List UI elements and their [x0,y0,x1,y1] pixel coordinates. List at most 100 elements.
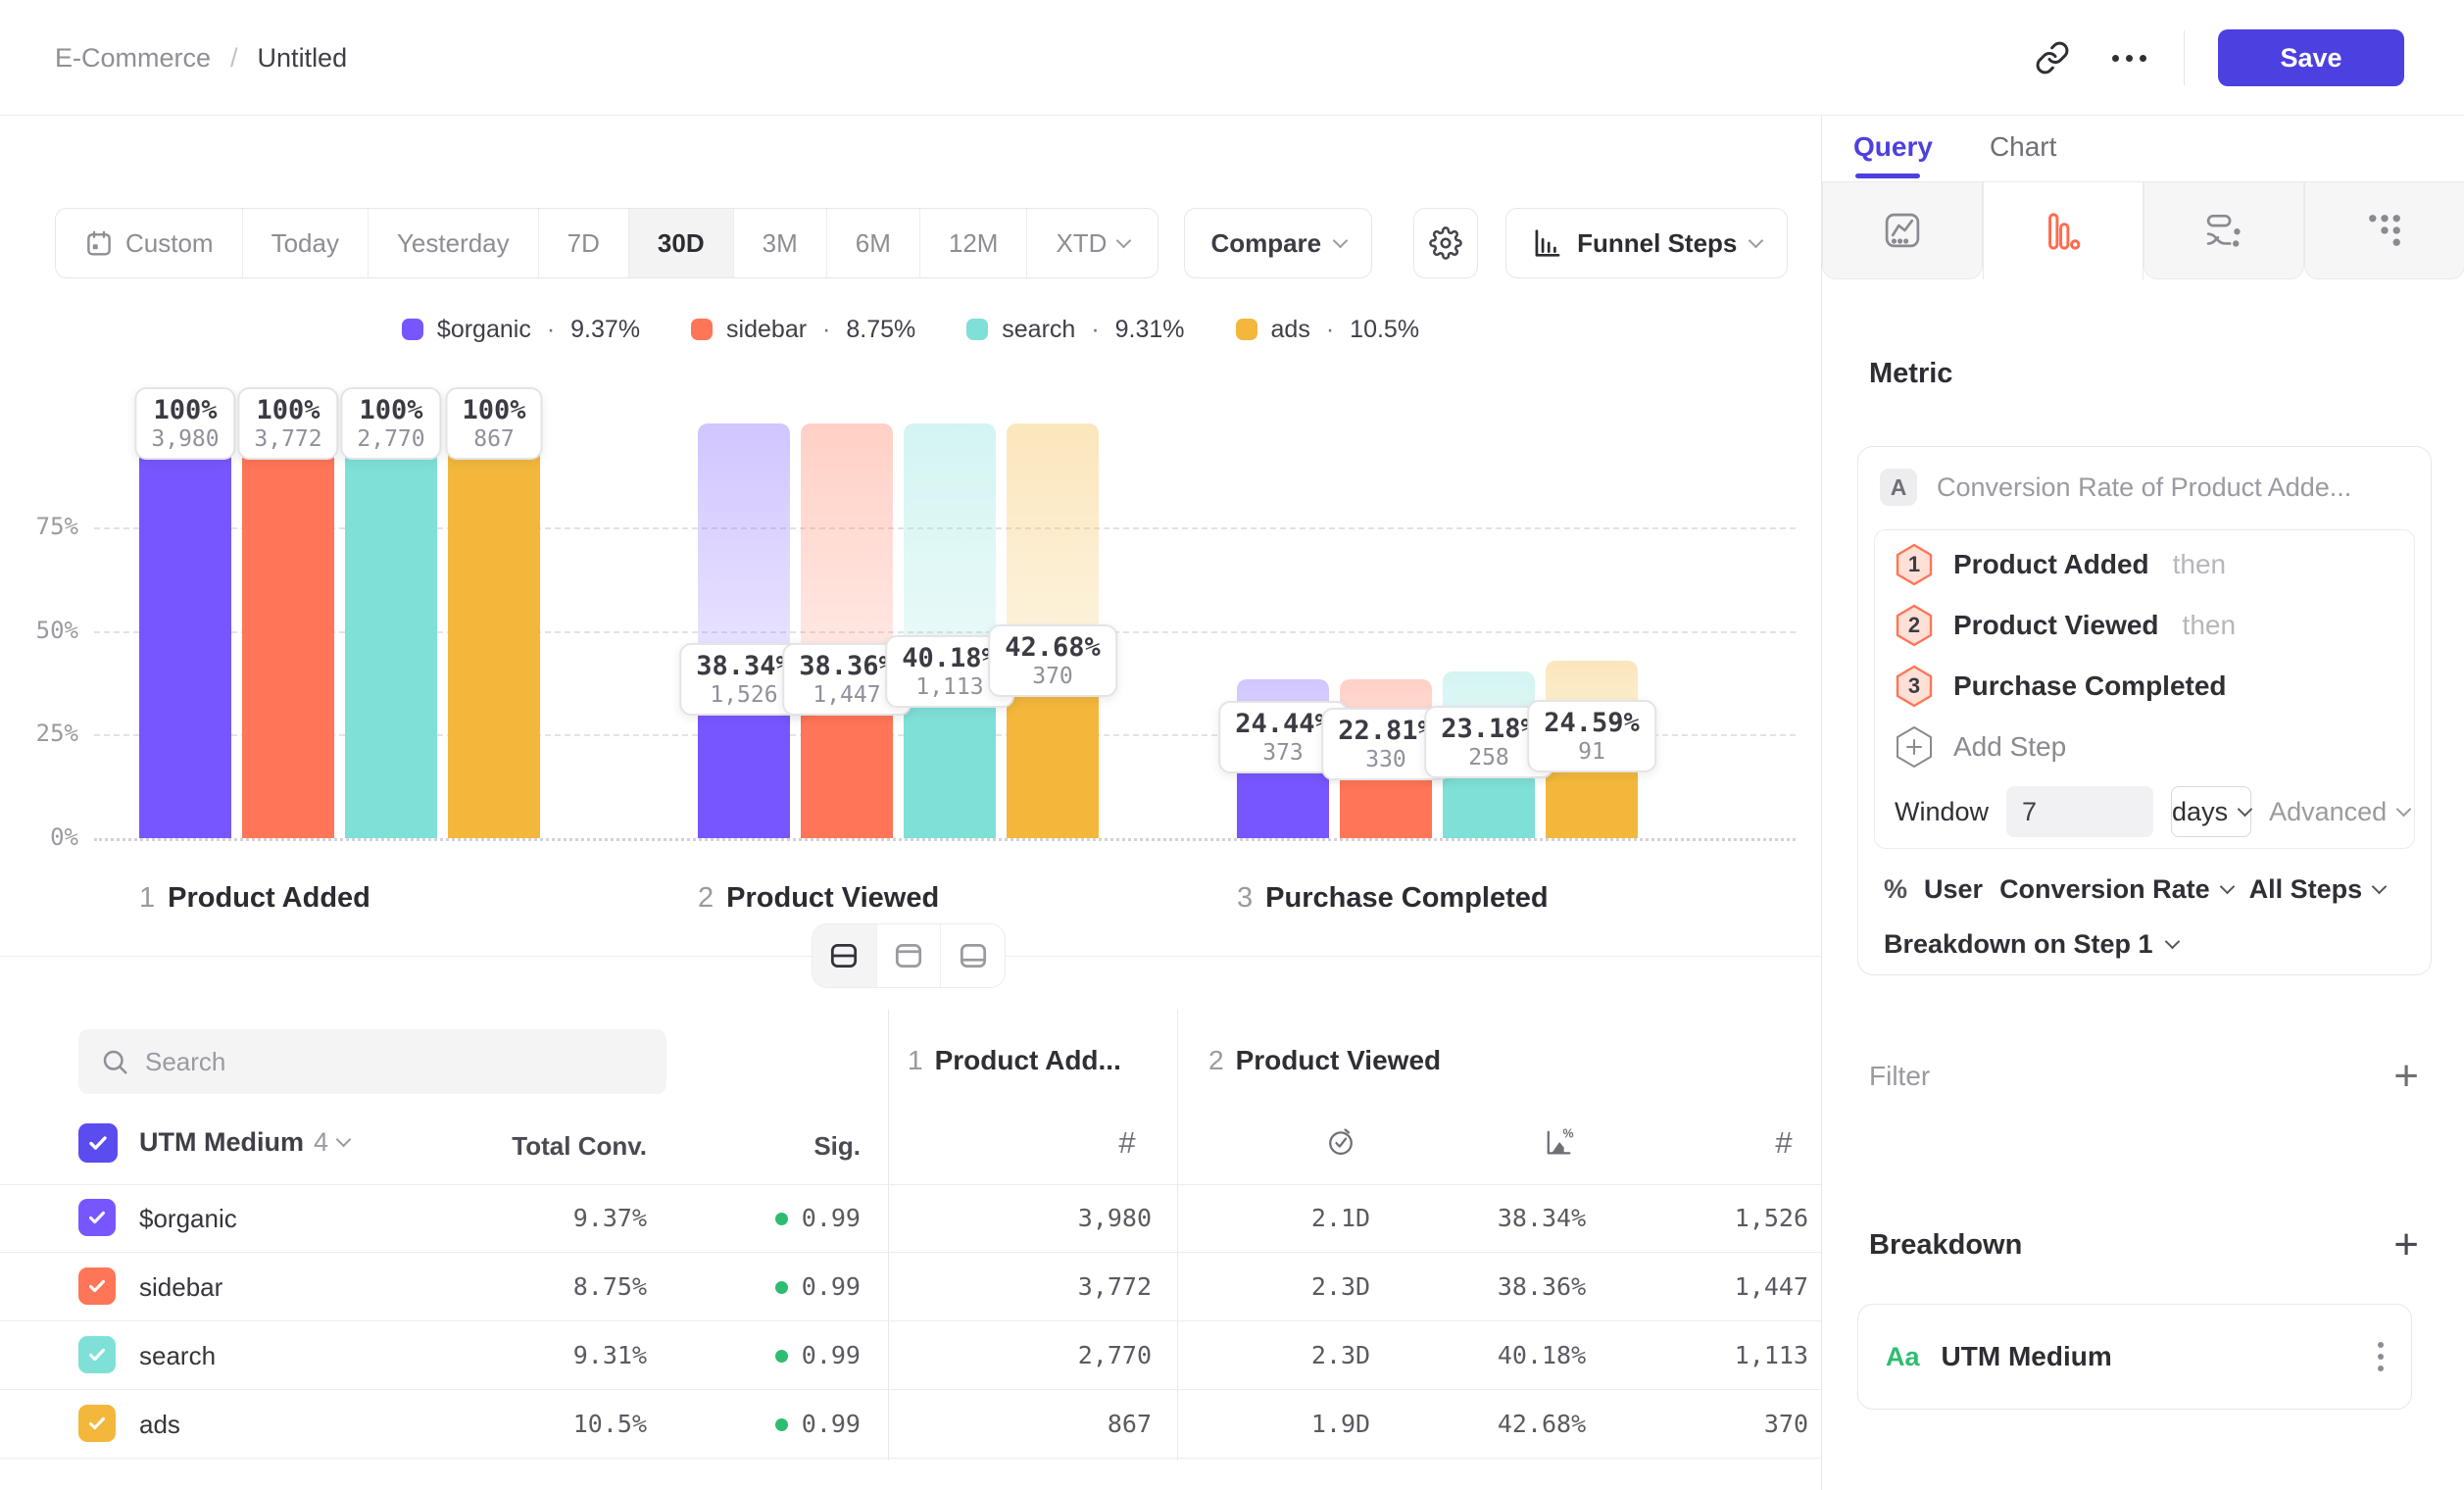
report-type-flows[interactable] [2144,181,2304,279]
range-custom[interactable]: Custom [56,209,242,277]
breadcrumb-board[interactable]: E-Commerce [55,43,211,74]
table-row[interactable]: search9.31%0.992,7702.3D40.18%1,113 [0,1321,1821,1390]
funnel-steps-icon [1532,227,1563,259]
funnel-bar[interactable] [448,423,540,838]
tab-chart[interactable]: Chart [1990,131,2056,178]
select-all-checkbox[interactable] [78,1123,118,1163]
link-icon [2035,40,2070,75]
funnel-step-row[interactable]: 3Purchase Completed [1875,656,2414,717]
copy-link-button[interactable] [2031,36,2074,79]
compare-button[interactable]: Compare [1184,208,1372,278]
chart-settings-button[interactable] [1413,208,1478,278]
window-unit-select[interactable]: days [2171,786,2251,837]
step-number-hexagon: 3 [1895,665,1934,708]
advanced-toggle[interactable]: Advanced [2269,797,2409,827]
view-table-only-button[interactable] [940,924,1005,987]
significance-dot [775,1418,788,1431]
legend-swatch [402,319,423,340]
avg-time-metric-icon[interactable] [1319,1125,1362,1159]
range-6m[interactable]: 6M [826,209,919,277]
conversion-metric-icon[interactable]: % [1537,1125,1580,1159]
report-type-insights[interactable] [1822,181,1983,279]
view-chart-only-button[interactable] [876,924,941,987]
metric-title-row[interactable]: A Conversion Rate of Product Adde... [1880,469,2351,506]
breakdown-column-header[interactable]: UTM Medium 4 [139,1127,349,1158]
row-checkbox[interactable] [78,1199,116,1236]
total-conv-value: 10.5% [431,1390,647,1459]
y-axis-tick: 50% [8,617,78,644]
range-yesterday[interactable]: Yesterday [368,209,538,277]
bar-value-label: 100%2,770 [340,387,441,460]
retention-icon [2363,209,2406,252]
report-type-strip [1822,181,2464,279]
segment-name: search [139,1321,216,1390]
chart-type-button[interactable]: Funnel Steps [1505,208,1788,278]
total-conv-header[interactable]: Total Conv. [431,1131,647,1162]
save-button[interactable]: Save [2218,29,2404,86]
row-checkbox[interactable] [78,1336,116,1373]
table-step2-header[interactable]: 2Product Viewed [1208,1045,1441,1076]
window-value-input[interactable] [2006,786,2153,837]
row-checkbox[interactable] [78,1405,116,1442]
row-checkbox[interactable] [78,1267,116,1305]
entity-select[interactable]: User [1924,874,1983,905]
range-12m[interactable]: 12M [919,209,1027,277]
legend-value: 9.37% [570,316,640,344]
report-title[interactable]: Untitled [258,43,348,74]
segment-name: ads [139,1390,180,1459]
legend-swatch [691,319,713,340]
report-type-retention[interactable] [2304,181,2464,279]
view-split-button[interactable] [813,924,876,987]
chevron-down-icon [1333,232,1349,248]
table-row[interactable]: sidebar8.75%0.993,7722.3D38.36%1,447 [0,1253,1821,1321]
range-3m[interactable]: 3M [733,209,826,277]
insights-icon [1881,209,1924,252]
step-then-label: then [2173,549,2227,580]
range-today[interactable]: Today [242,209,368,277]
count-metric-icon[interactable]: # [1762,1125,1805,1161]
metric-badge: A [1880,469,1917,506]
range-7d[interactable]: 7D [538,209,628,277]
metric-type-select[interactable]: Conversion Rate [1999,874,2233,905]
kebab-menu-icon[interactable] [2378,1342,2384,1371]
more-options-button[interactable] [2107,36,2150,79]
table-row[interactable]: $organic9.37%0.993,9802.1D38.34%1,526 [0,1184,1821,1253]
count-metric-icon[interactable]: # [1106,1125,1149,1161]
chart-legend: $organic·9.37% sidebar·8.75% search·9.31% a… [0,308,1821,351]
tab-query[interactable]: Query [1853,131,1933,178]
step2-conversion: 38.36% [1451,1253,1633,1321]
funnel-bar[interactable] [345,423,437,838]
add-step-hexagon-icon [1895,725,1934,769]
breakdown-property-card[interactable]: Aa UTM Medium [1857,1304,2412,1410]
significance-value: 0.99 [676,1321,861,1390]
significance-dot [775,1350,788,1363]
search-input[interactable] [145,1047,616,1077]
funnel-step-row[interactable]: 2Product Viewedthen [1875,595,2414,656]
sig-header[interactable]: Sig. [676,1131,861,1162]
breakdown-on-step-select[interactable]: Breakdown on Step 1 [1884,929,2178,960]
add-step-button[interactable]: Add Step [1875,717,2414,777]
chart-baseline [94,838,1796,841]
step1-count: 3,980 [936,1184,1152,1253]
scope-select[interactable]: All Steps [2249,874,2386,905]
report-type-funnels[interactable] [1983,181,2144,279]
add-filter-button[interactable]: + [2393,1055,2419,1098]
legend-item[interactable]: sidebar·8.75% [691,316,915,344]
legend-item[interactable]: ads·10.5% [1236,316,1420,344]
range-30d[interactable]: 30D [628,209,733,277]
step-event-name: Product Added [1953,549,2149,580]
table-row[interactable]: ads10.5%0.998671.9D42.68%370 [0,1390,1821,1459]
string-type-icon: Aa [1886,1342,1920,1372]
legend-item[interactable]: search·9.31% [966,316,1184,344]
table-step1-header[interactable]: 1Product Add... [908,1045,1121,1076]
legend-item[interactable]: $organic·9.37% [402,316,640,344]
table-only-view-icon [957,939,990,972]
breakdown-heading: Breakdown [1869,1229,2022,1262]
legend-value: 9.31% [1115,316,1185,344]
funnel-bar[interactable] [242,423,334,838]
funnel-step-row[interactable]: 1Product Addedthen [1875,534,2414,595]
funnel-bar[interactable] [139,423,231,838]
range-xtd[interactable]: XTD [1026,209,1158,277]
check-icon [78,1199,116,1236]
add-breakdown-button[interactable]: + [2393,1223,2419,1266]
